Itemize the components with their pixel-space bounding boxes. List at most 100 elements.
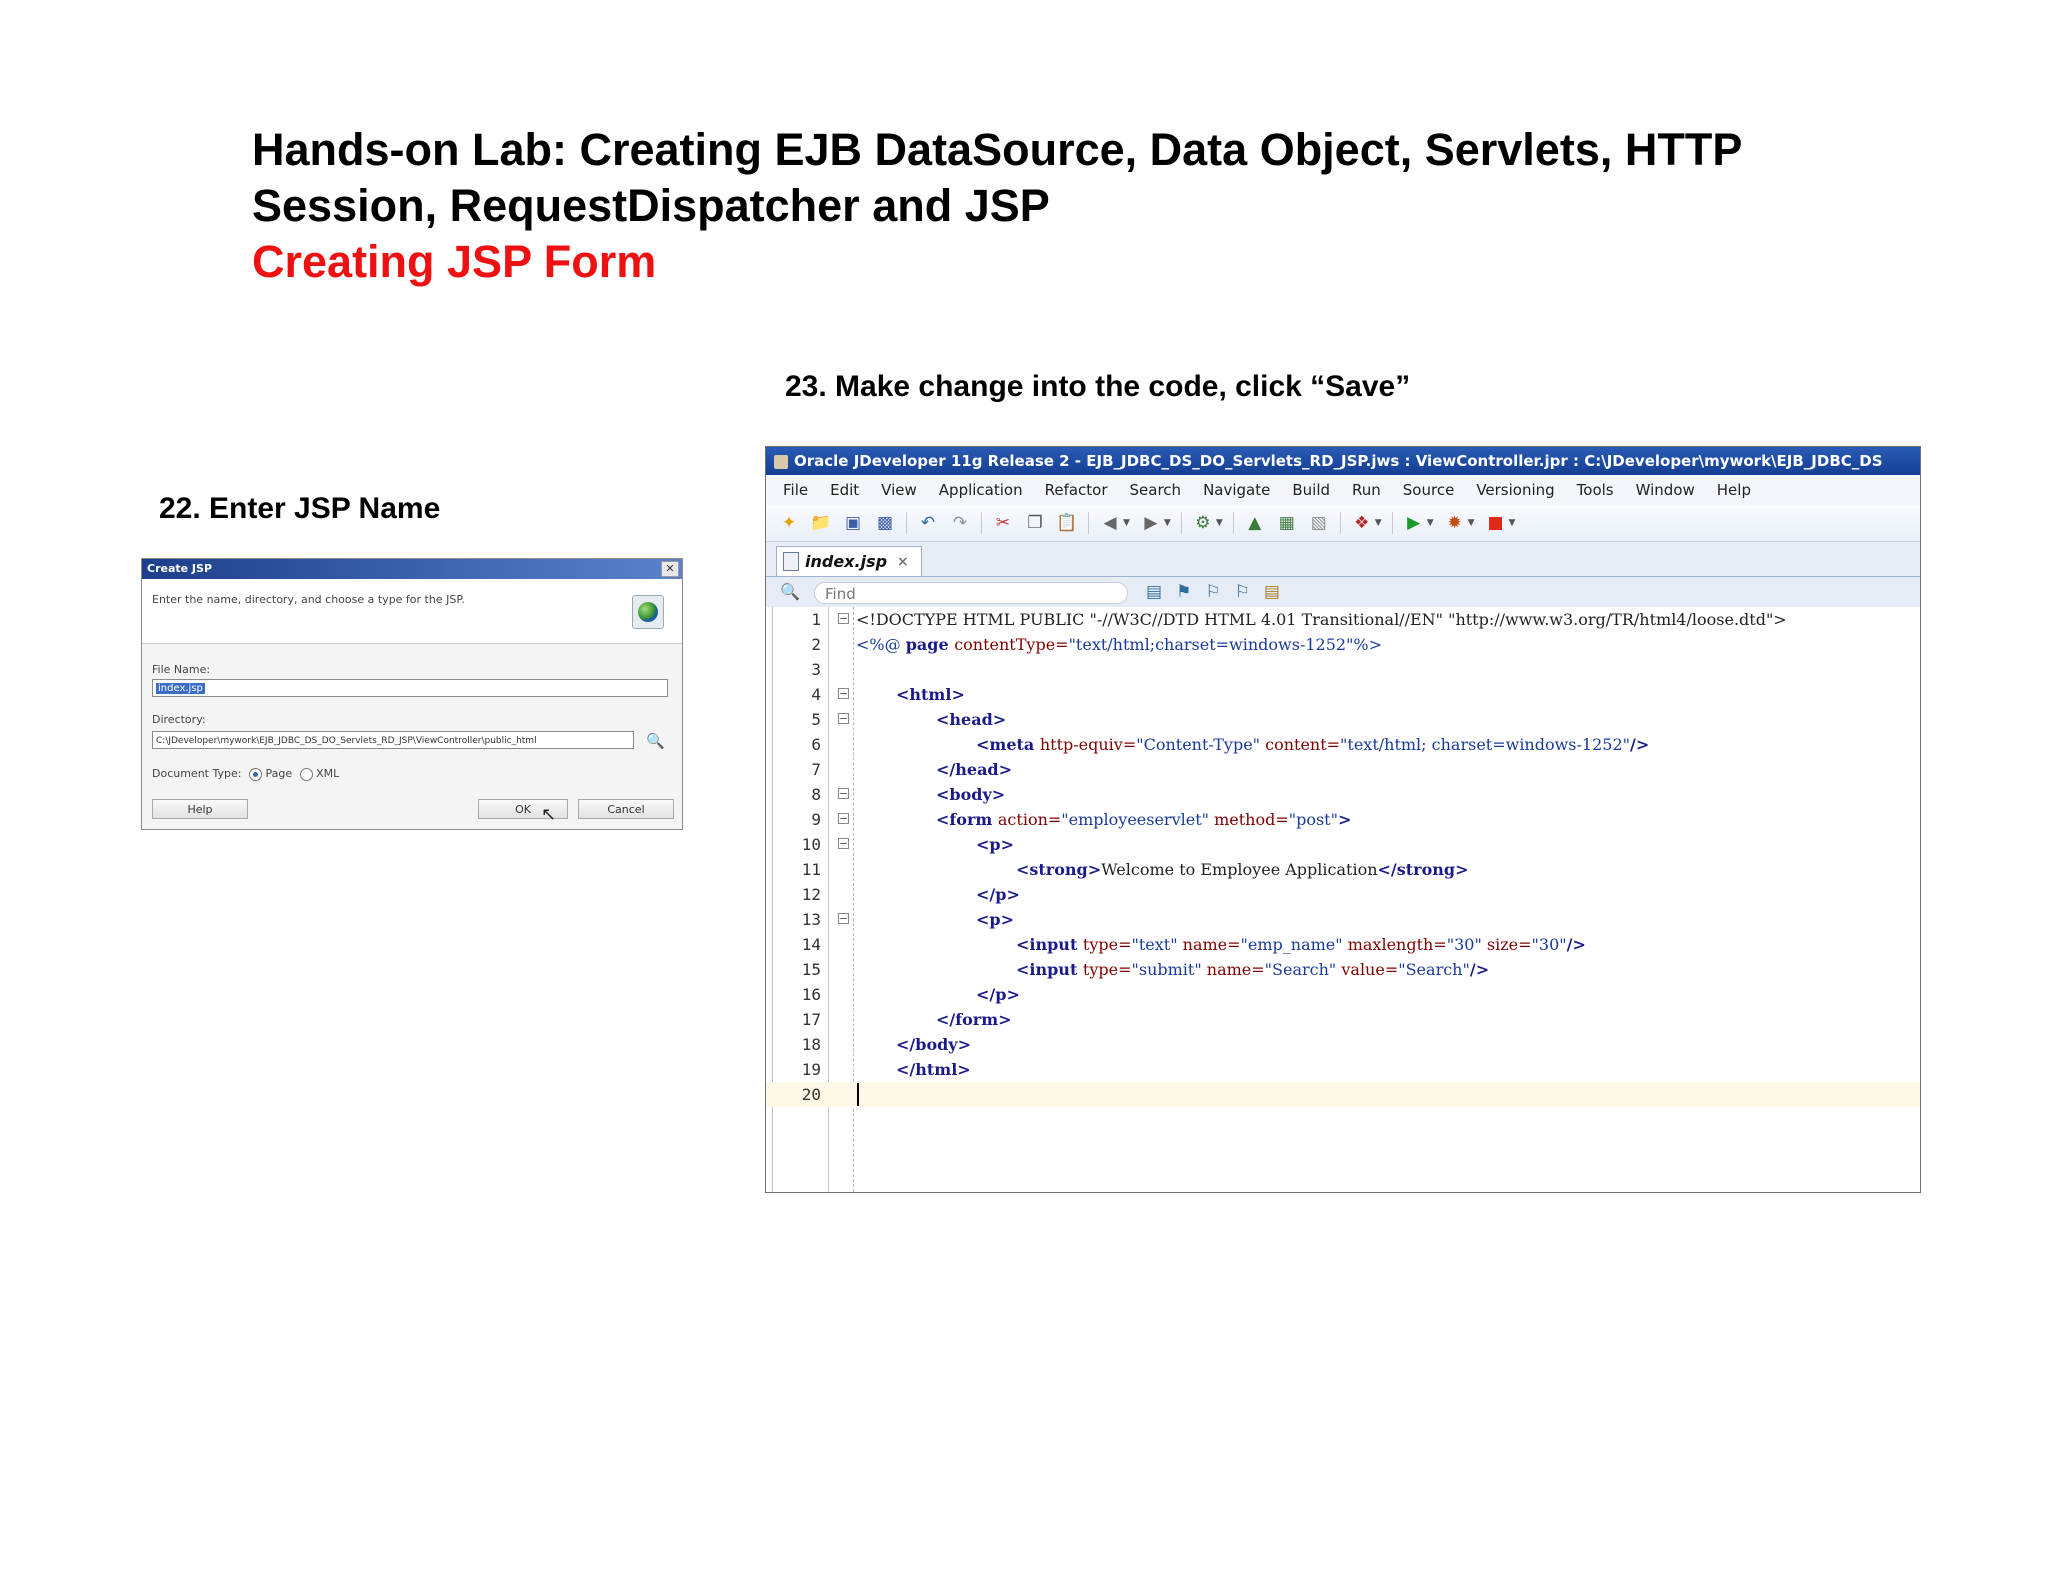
find-input[interactable]: Find (814, 582, 1128, 604)
radio-xml[interactable]: XML (300, 767, 339, 781)
code-text: </p> (976, 885, 1020, 904)
code-line[interactable]: 8 − <body> (766, 782, 1920, 807)
menu-item-view[interactable]: View (881, 481, 917, 499)
directory-input[interactable]: C:\JDeveloper\mywork\EJB_JDBC_DS_DO_Serv… (152, 731, 634, 749)
template-icon[interactable]: ▤ (1264, 582, 1280, 602)
deploy-icon[interactable]: ▲ (1244, 512, 1266, 534)
fold-toggle-icon[interactable]: − (838, 688, 849, 699)
previous-bookmark-icon[interactable]: ⚐ (1205, 582, 1220, 602)
save-all-icon[interactable]: ▩ (874, 512, 896, 534)
cancel-button[interactable]: Cancel (578, 799, 674, 819)
code-text: <p> (976, 835, 1014, 854)
tab-index-jsp[interactable]: index.jsp × (776, 546, 922, 576)
fold-toggle-icon[interactable]: − (838, 613, 849, 624)
close-tab-icon[interactable]: × (897, 554, 909, 570)
line-number: 7 (811, 760, 821, 779)
line-number: 11 (801, 860, 821, 879)
line-number: 5 (811, 710, 821, 729)
run-dropdown-icon[interactable]: ▼ (1427, 518, 1434, 528)
history-icon[interactable]: ▤ (1146, 582, 1162, 602)
code-text: <input type="submit" name="Search" value… (1016, 960, 1490, 979)
menu-item-file[interactable]: File (783, 481, 808, 499)
radio-page[interactable]: Page (249, 767, 292, 781)
code-line[interactable]: 10 − <p> (766, 832, 1920, 857)
line-number: 2 (811, 635, 821, 654)
code-line[interactable]: 16 </p> (766, 982, 1920, 1007)
code-line[interactable]: 20 (766, 1082, 1920, 1107)
step-22-label: 22. Enter JSP Name (159, 492, 441, 525)
rebuild-icon[interactable]: ▦ (1276, 512, 1298, 534)
code-line[interactable]: 9 − <form action="employeeservlet" method=… (766, 807, 1920, 832)
forward-dropdown-icon[interactable]: ▼ (1164, 518, 1171, 528)
clean-icon[interactable]: ▧ (1308, 512, 1330, 534)
save-icon[interactable]: ▣ (842, 512, 864, 534)
stop-dropdown-icon[interactable]: ▼ (1509, 518, 1516, 528)
menu-item-window[interactable]: Window (1636, 481, 1695, 499)
code-line[interactable]: 2 <%@ page contentType="text/html;charset… (766, 632, 1920, 657)
toolbar-separator (1232, 512, 1234, 534)
open-icon[interactable]: 📁 (810, 512, 832, 534)
code-line[interactable]: 5 − <head> (766, 707, 1920, 732)
menu-item-source[interactable]: Source (1403, 481, 1455, 499)
menu-item-refactor[interactable]: Refactor (1045, 481, 1108, 499)
mouse-cursor-icon: ↖ (541, 804, 557, 825)
back-icon[interactable]: ◀ (1099, 512, 1121, 534)
forward-icon[interactable]: ▶ (1140, 512, 1162, 534)
line-number: 15 (801, 960, 821, 979)
make-icon[interactable]: ⚙ (1192, 512, 1214, 534)
file-name-input[interactable]: index.jsp (152, 679, 668, 697)
menu-item-navigate[interactable]: Navigate (1203, 481, 1270, 499)
code-line[interactable]: 1 − <!DOCTYPE HTML PUBLIC "-//W3C//DTD HTM… (766, 607, 1920, 632)
back-dropdown-icon[interactable]: ▼ (1123, 518, 1130, 528)
make-dropdown-icon[interactable]: ▼ (1216, 518, 1223, 528)
next-bookmark-icon[interactable]: ⚐ (1235, 582, 1250, 602)
code-line[interactable]: 19 </html> (766, 1057, 1920, 1082)
cut-icon[interactable]: ✂ (992, 512, 1014, 534)
fold-toggle-icon[interactable]: − (838, 838, 849, 849)
fold-toggle-icon[interactable]: − (838, 788, 849, 799)
step-23-label: 23. Make change into the code, click “Sa… (785, 370, 1411, 403)
debug-icon[interactable]: ✹ (1444, 512, 1466, 534)
menu-item-help[interactable]: Help (1717, 481, 1751, 499)
copy-icon[interactable]: ❐ (1024, 512, 1046, 534)
run-icon[interactable]: ▶ (1403, 512, 1425, 534)
fold-toggle-icon[interactable]: − (838, 813, 849, 824)
code-line[interactable]: 6 <meta http-equiv="Content-Type" content… (766, 732, 1920, 757)
menu-item-tools[interactable]: Tools (1577, 481, 1614, 499)
code-line[interactable]: 11 <strong>Welcome to Employee Applicatio… (766, 857, 1920, 882)
menu-item-run[interactable]: Run (1352, 481, 1381, 499)
menu-item-search[interactable]: Search (1130, 481, 1182, 499)
code-line[interactable]: 14 <input type="text" name="emp_name" max… (766, 932, 1920, 957)
code-line[interactable]: 17 </form> (766, 1007, 1920, 1032)
stop-icon[interactable]: ■ (1485, 512, 1507, 534)
redo-icon[interactable]: ↷ (949, 512, 971, 534)
undo-icon[interactable]: ↶ (917, 512, 939, 534)
code-line[interactable]: 4 − <html> (766, 682, 1920, 707)
code-line[interactable]: 18 </body> (766, 1032, 1920, 1057)
fold-toggle-icon[interactable]: − (838, 713, 849, 724)
slide-title-line-2: Session, RequestDispatcher and JSP (252, 180, 1050, 231)
menu-item-versioning[interactable]: Versioning (1476, 481, 1554, 499)
profile-icon[interactable]: ❖ (1351, 512, 1373, 534)
close-icon[interactable]: ✕ (661, 561, 679, 577)
menu-item-build[interactable]: Build (1292, 481, 1330, 499)
help-button[interactable]: Help (152, 799, 248, 819)
new-icon[interactable]: ✦ (778, 512, 800, 534)
code-line[interactable]: 15 <input type="submit" name="Search" val… (766, 957, 1920, 982)
menu-item-application[interactable]: Application (939, 481, 1023, 499)
fold-toggle-icon[interactable]: − (838, 913, 849, 924)
debug-dropdown-icon[interactable]: ▼ (1468, 518, 1475, 528)
search-icon[interactable]: 🔍 (780, 582, 800, 601)
menu-item-edit[interactable]: Edit (830, 481, 859, 499)
profile-dropdown-icon[interactable]: ▼ (1375, 518, 1382, 528)
code-line[interactable]: 3 (766, 657, 1920, 682)
dialog-title-bar: Create JSP ✕ (142, 559, 682, 579)
paste-icon[interactable]: 📋 (1056, 512, 1078, 534)
code-line[interactable]: 12 </p> (766, 882, 1920, 907)
browse-search-icon[interactable]: 🔍 (646, 732, 665, 750)
code-editor[interactable]: 1− <!DOCTYPE HTML PUBLIC "-//W3C//DTD HTM… (766, 607, 1920, 1192)
code-line[interactable]: 7 </head> (766, 757, 1920, 782)
bookmark-icon[interactable]: ⚑ (1176, 582, 1191, 602)
dialog-header: Enter the name, directory, and choose a … (142, 579, 682, 644)
code-line[interactable]: 13 − <p> (766, 907, 1920, 932)
